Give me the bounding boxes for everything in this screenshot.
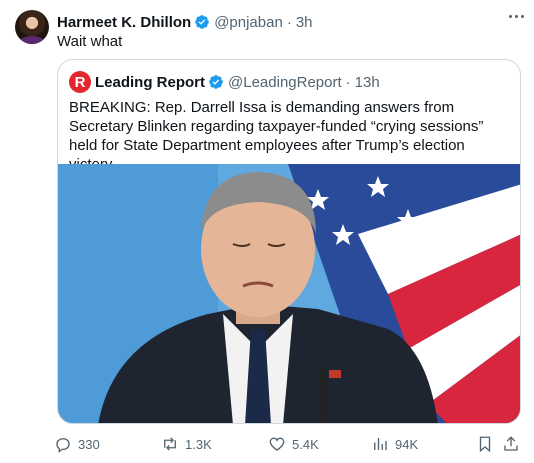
separator-dot: · (345, 73, 351, 91)
repost-button[interactable]: 1.3K (161, 434, 212, 454)
author-name[interactable]: Harmeet K. Dhillon (57, 14, 191, 31)
like-count: 5.4K (292, 436, 319, 452)
quoted-author-handle: @LeadingReport (228, 73, 342, 91)
view-count: 94K (395, 436, 419, 452)
post-text: Wait what (57, 33, 123, 50)
reply-button[interactable]: 330 (54, 434, 100, 454)
post-header: Harmeet K. Dhillon @pnjaban · 3h (57, 12, 519, 32)
reply-count: 330 (78, 436, 100, 452)
separator-dot: · (286, 13, 292, 31)
quoted-post-photo[interactable] (58, 164, 520, 423)
leading-report-logo: R (69, 71, 91, 93)
more-icon[interactable] (504, 8, 528, 24)
quoted-post-text: BREAKING: Rep. Darrell Issa is demanding… (69, 99, 484, 173)
repost-icon (164, 437, 176, 451)
author-avatar[interactable] (15, 10, 49, 44)
action-bar: 330 1.3K 5.4K 94K (54, 434, 524, 454)
share-icon (504, 436, 518, 451)
views-icon (374, 438, 387, 450)
like-icon (269, 437, 285, 451)
bookmark-icon (479, 436, 491, 453)
views-button[interactable]: 94K (371, 434, 418, 454)
quoted-post-header: R Leading Report @LeadingReport · 13h (69, 71, 509, 93)
photo-illustration (58, 164, 520, 423)
quoted-author-name: Leading Report (95, 73, 206, 91)
share-button[interactable] (502, 434, 526, 454)
like-button[interactable]: 5.4K (268, 434, 319, 454)
quoted-post[interactable]: R Leading Report @LeadingReport · 13h BR… (57, 59, 521, 424)
verified-badge-icon (209, 75, 223, 89)
post-timestamp[interactable]: 3h (296, 14, 313, 31)
bookmark-button[interactable] (476, 434, 500, 454)
author-handle[interactable]: @pnjaban (214, 14, 283, 31)
quoted-timestamp: 13h (354, 73, 380, 91)
reply-icon (56, 438, 70, 453)
verified-badge-icon (195, 15, 210, 29)
repost-count: 1.3K (185, 436, 212, 452)
